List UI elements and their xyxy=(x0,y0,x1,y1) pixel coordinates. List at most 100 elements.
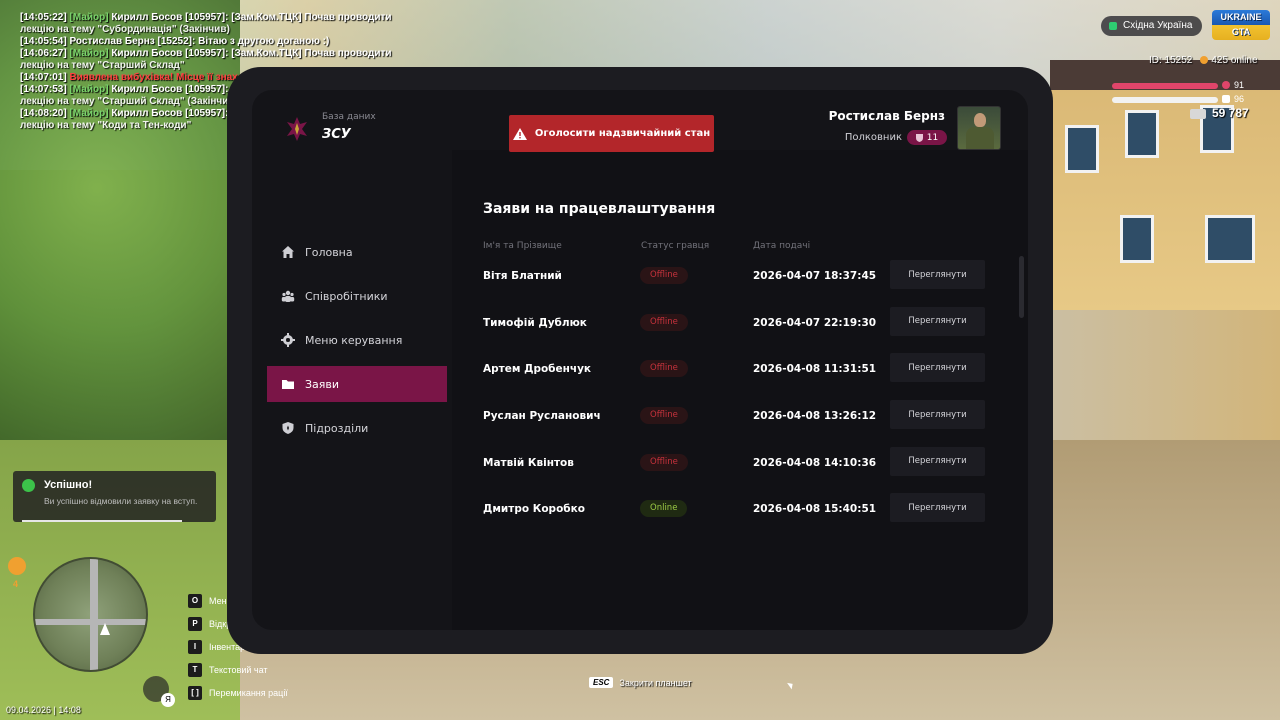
chat-line: [14:06:27] [Майор] Кирилл Босов [105957]… xyxy=(20,48,392,60)
table-row: Вітя Блатний Offline 2026-04-07 18:37:45 Пе… xyxy=(483,260,993,307)
chat-text: Ростислав Бернз [15252]: Вітаю з другою … xyxy=(69,36,330,47)
sidebar-item-label: Підрозділи xyxy=(305,421,369,435)
esc-key: ESC xyxy=(589,677,614,688)
folder-icon xyxy=(282,380,294,389)
sidebar-item-divisions[interactable]: Підрозділи xyxy=(267,410,447,446)
shield-icon xyxy=(282,422,294,434)
warning-icon xyxy=(512,127,527,140)
date-time: 09.04.2026 | 14:08 xyxy=(6,705,81,715)
users-icon xyxy=(281,290,295,302)
background-window xyxy=(1125,110,1159,158)
hotkey-label: Текстовий чат xyxy=(209,664,268,675)
view-application-button[interactable]: Переглянути xyxy=(890,400,985,430)
sidebar-item-home[interactable]: Головна xyxy=(267,234,447,270)
sidebar-item-applications[interactable]: Заяви xyxy=(267,366,447,402)
sidebar-item-employees[interactable]: Співробітники xyxy=(267,278,447,314)
user-name: Ростислав Бернз xyxy=(828,109,945,123)
minimap xyxy=(33,557,148,672)
applicant-name: Артем Дробенчук xyxy=(483,363,592,376)
sidebar-item-label: Співробітники xyxy=(305,289,388,303)
status-badge: Offline xyxy=(640,453,688,471)
emergency-label: Оголосити надзвичайний стан xyxy=(534,128,711,139)
chat-rank-tag: [Майор] xyxy=(69,48,109,59)
view-application-button[interactable]: Переглянути xyxy=(890,306,985,336)
applications-table: Вітя Блатний Offline 2026-04-07 18:37:45 Пе… xyxy=(483,260,993,540)
chat-rank-tag: [Майор] xyxy=(69,108,109,119)
server-badge: Східна Україна xyxy=(1101,16,1203,36)
hotkey-label: Перемикання рації xyxy=(209,687,288,698)
chat-line: [14:05:54] Ростислав Бернз [15252]: Віта… xyxy=(20,36,392,48)
chat-rank-tag: [Майор] xyxy=(69,84,109,95)
column-header-name: Ім'я та Прізвище xyxy=(483,241,562,251)
applicant-name: Тимофій Дублюк xyxy=(483,316,587,329)
applicant-name: Вітя Блатний xyxy=(483,270,562,282)
armor-value: 96 xyxy=(1234,94,1245,104)
emergency-button[interactable]: Оголосити надзвичайний стан xyxy=(509,115,714,152)
view-application-button[interactable]: Переглянути xyxy=(890,493,985,523)
armor-bar xyxy=(1112,97,1218,103)
background-window xyxy=(1120,215,1154,263)
rank-level: 11 xyxy=(926,132,939,143)
online-icon xyxy=(1200,56,1209,64)
check-icon xyxy=(22,479,35,492)
logo-line2: GTA xyxy=(1231,27,1251,37)
view-application-button[interactable]: Переглянути xyxy=(890,446,985,476)
chat-timestamp: [14:07:53] xyxy=(20,84,67,95)
avatar xyxy=(957,106,1001,150)
tablet: База даних ЗСУ Оголосити надзвичайний ст… xyxy=(227,67,1053,654)
chat-line-continued: лекцію на тему "Субординація" (Закінчив) xyxy=(20,24,230,35)
submission-date: 2026-04-08 13:26:12 xyxy=(753,410,877,423)
hotkey-item: T Текстовий чат xyxy=(188,658,288,681)
player-id: ID: 15252 xyxy=(1149,55,1193,66)
mic-key: Я xyxy=(161,693,175,707)
hotkey-key: P xyxy=(188,616,202,631)
online-count: 425 online xyxy=(1211,55,1258,66)
view-application-button[interactable]: Переглянути xyxy=(890,353,985,383)
status-badge: Online xyxy=(640,500,688,518)
chat-rank-tag: [Майор] xyxy=(69,12,109,23)
toast-title: Успішно! xyxy=(44,479,93,491)
player-arrow-icon xyxy=(100,623,110,635)
game-logo: UKRAINE GTA xyxy=(1212,10,1270,40)
table-row: Тимофій Дублюк Offline 2026-04-07 22:19:30… xyxy=(483,306,993,354)
rank-badge: 11 xyxy=(907,130,947,145)
gear-icon xyxy=(281,333,295,347)
status-badge: Offline xyxy=(640,360,688,378)
sidebar-nav: Головна Співробітники Меню керування Заяви П… xyxy=(267,234,447,454)
toast-text: Ви успішно відмовили заявку на вступ. xyxy=(44,496,198,506)
table-row: Артем Дробенчук Offline 2026-04-08 11:31:5… xyxy=(483,353,993,400)
hotkey-item: [ ] Перемикання рації xyxy=(188,681,288,704)
submission-date: 2026-04-07 18:37:45 xyxy=(753,270,877,282)
status-badge: Offline xyxy=(640,267,688,284)
applicant-name: Матвій Квінтов xyxy=(483,456,574,469)
scrollbar[interactable] xyxy=(1019,256,1024,318)
success-toast: Успішно! Ви успішно відмовили заявку на … xyxy=(13,471,216,522)
tablet-screen: База даних ЗСУ Оголосити надзвичайний ст… xyxy=(252,90,1028,630)
column-header-status: Статус гравця xyxy=(641,241,710,251)
hotkey-key: T xyxy=(188,662,202,677)
hotkey-key: [ ] xyxy=(188,685,202,700)
sidebar-item-label: Головна xyxy=(305,245,353,259)
background-window xyxy=(1065,125,1099,173)
submission-date: 2026-04-08 15:40:51 xyxy=(753,503,877,516)
applicant-name: Дмитро Коробко xyxy=(483,503,585,516)
table-row: Руслан Русланович Offline 2026-04-08 13:26… xyxy=(483,400,993,447)
chat-timestamp: [14:07:01] xyxy=(20,72,67,83)
quest-count: 4 xyxy=(13,579,19,589)
esc-label: Закрити планшет xyxy=(619,677,692,688)
column-header-date: Дата подачі xyxy=(753,241,811,251)
server-name: Східна Україна xyxy=(1123,20,1193,31)
table-row: Матвій Квінтов Offline 2026-04-08 14:10:36… xyxy=(483,446,993,494)
user-rank: Полковник xyxy=(844,132,902,143)
view-application-button[interactable]: Переглянути xyxy=(890,260,985,289)
home-icon xyxy=(282,246,294,258)
logo-line1: UKRAINE xyxy=(1220,12,1262,22)
player-id-line: ID: 15252 425 online xyxy=(1149,55,1258,66)
sidebar-item-control-menu[interactable]: Меню керування xyxy=(267,322,447,358)
chat-timestamp: [14:08:20] xyxy=(20,108,67,119)
table-row: Дмитро Коробко Online 2026-04-08 15:40:51 П… xyxy=(483,493,993,540)
money-icon xyxy=(1190,109,1206,119)
chat-timestamp: [14:06:27] xyxy=(20,48,67,59)
page-title: Заяви на працевлаштування xyxy=(483,201,716,217)
health-bar xyxy=(1112,83,1218,89)
